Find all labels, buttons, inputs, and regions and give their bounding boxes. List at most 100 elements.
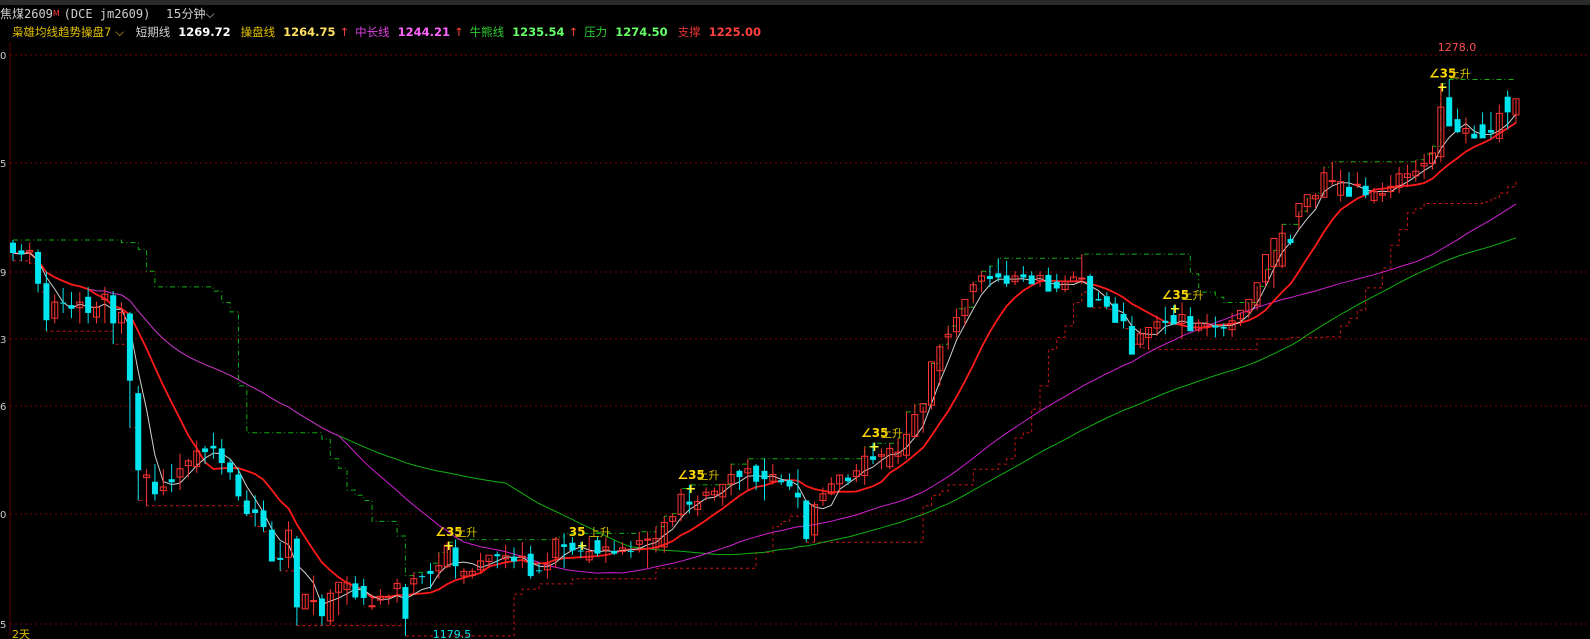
candle-bear: [803, 500, 810, 540]
low-price-label: 1179.5: [433, 628, 472, 639]
candle-bear: [1362, 185, 1369, 196]
candle-bear: [218, 448, 225, 464]
signal-suffix: 上升: [697, 469, 719, 482]
candle-bear: [527, 553, 534, 577]
bull-bear-line: [12, 237, 1517, 556]
candle-bear: [761, 470, 768, 480]
price-axis-label: 9: [0, 268, 6, 279]
candle-bear: [35, 251, 42, 284]
candle-bear: [402, 587, 409, 619]
candle-bear: [1487, 130, 1494, 133]
candle-bear: [736, 470, 743, 478]
candle-bear: [686, 501, 693, 505]
candle-bear: [110, 295, 117, 324]
price-axis-label: 5: [0, 159, 6, 170]
candle-bear: [151, 481, 158, 495]
candle-bear: [60, 302, 67, 304]
candle-bear: [360, 585, 367, 598]
candle-bear: [1220, 327, 1227, 329]
candle-bear: [986, 275, 993, 280]
price-axis-label: 3: [0, 335, 6, 346]
candle-bear: [569, 542, 576, 551]
candle-bear: [1045, 274, 1052, 292]
candle-bear: [293, 538, 300, 608]
signal-suffix: 上升: [589, 526, 611, 539]
candle-bull: [518, 555, 526, 558]
mid-long-line: [12, 203, 1517, 574]
candle-bear: [1020, 274, 1027, 278]
candle-bear: [210, 445, 217, 449]
candle-bear: [1095, 298, 1102, 301]
candle-bear: [1028, 275, 1035, 285]
candle-bear: [227, 462, 234, 473]
resistance-line: [13, 79, 1516, 577]
candle-bear: [419, 576, 426, 578]
plus-marker-icon: +: [577, 539, 588, 554]
candle-bear: [1103, 296, 1110, 307]
candle-bear: [260, 510, 267, 528]
candle-bear: [318, 598, 325, 617]
candle-bear: [778, 480, 785, 483]
candle-bear: [753, 465, 760, 482]
candle-bear: [1112, 303, 1119, 323]
candle-bear: [1162, 320, 1169, 323]
price-axis-labels: 0 5 9 3 6 0 5: [0, 51, 6, 631]
candle-bear: [1471, 133, 1478, 139]
candle-bear: [427, 570, 434, 574]
candle-bear: [1128, 325, 1135, 355]
candle-bear: [536, 570, 543, 572]
candle-bull: [1078, 277, 1086, 280]
candle-bear: [845, 477, 851, 482]
price-axis-label: 0: [0, 51, 6, 62]
candle-bear: [243, 500, 250, 515]
candle-bear: [627, 551, 634, 553]
candle-bear: [10, 242, 16, 254]
candle-bear: [352, 583, 359, 598]
candle-bear: [1479, 124, 1486, 139]
candle-bear: [1212, 325, 1219, 328]
price-annotations: 1278.0 1179.5 2天: [12, 41, 1476, 639]
candle-bear: [594, 540, 601, 554]
candle-bear: [268, 529, 275, 562]
candle-bull: [385, 595, 393, 598]
support-line: [13, 181, 1517, 637]
plus-marker-icon: +: [869, 440, 880, 455]
candle-bull: [1328, 180, 1336, 183]
signal-markers: ∠35上升+35 上升+∠35上升+∠35上升+∠35上升+∠35上升+: [435, 67, 1471, 555]
candle-bear: [1454, 119, 1461, 133]
candle-bear: [135, 393, 142, 471]
candle-bear: [1087, 275, 1094, 308]
candle-bull: [310, 600, 318, 603]
candle-bear: [18, 250, 25, 255]
candle-bear: [611, 551, 618, 554]
candle-bear: [43, 283, 50, 321]
candle-bear: [561, 544, 568, 547]
candlestick-chart[interactable]: 0 5 9 3 6 0 5 ∠35上升+35 上升+∠35上升+∠35上升+∠35上升+∠35…: [0, 0, 1590, 639]
candle-bear: [1446, 97, 1453, 127]
signal-suffix: 上升: [1449, 68, 1471, 81]
plus-marker-icon: +: [1170, 302, 1181, 317]
candle-bear: [1346, 186, 1352, 197]
candle-bear: [794, 492, 801, 498]
candle-bear: [1003, 275, 1010, 284]
candle-bear: [168, 479, 175, 483]
bottom-left-label: 2天: [12, 628, 30, 639]
candle-bear: [1287, 238, 1294, 244]
candle-bear: [870, 456, 877, 460]
trade-line: [12, 122, 1517, 599]
signal-label: 35: [569, 525, 586, 539]
candle-bear: [1187, 316, 1194, 332]
candle-bear: [202, 448, 209, 453]
signal-suffix: 上升: [881, 427, 903, 440]
candle-bear: [494, 554, 501, 557]
candle-bear: [1504, 96, 1511, 113]
candle-bear: [235, 474, 242, 497]
signal-suffix: 上升: [1182, 289, 1204, 302]
plus-marker-icon: +: [443, 539, 454, 554]
price-axis-label: 6: [0, 402, 6, 413]
signal-suffix: 上升: [455, 526, 477, 539]
price-axis-label: 5: [0, 620, 6, 631]
candle-bear: [511, 556, 517, 562]
candle-bear: [126, 313, 133, 381]
candle-bear: [1120, 313, 1127, 322]
